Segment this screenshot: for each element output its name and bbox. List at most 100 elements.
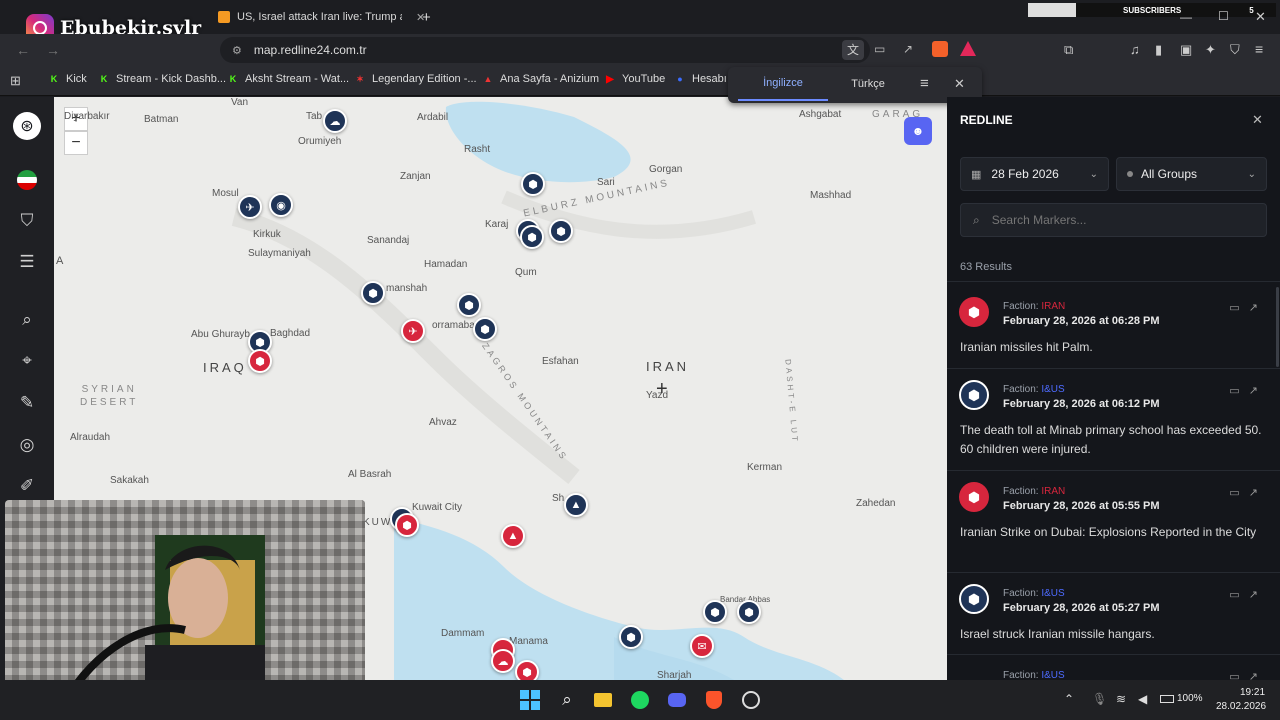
extensions-icon[interactable]: ⧉ [1064,42,1073,58]
translate-icon[interactable]: 文 [842,40,864,60]
map-marker[interactable]: ✉ [690,634,714,658]
obs-icon[interactable] [740,689,762,711]
site-info-icon[interactable]: ⚙ [232,44,242,57]
map-marker[interactable]: ☁ [491,649,515,673]
bookmark-youtube[interactable]: ▶ YouTube [604,73,665,85]
map-marker[interactable]: ⬢ [521,172,545,196]
search-markers-input[interactable] [991,213,1252,227]
menu-icon[interactable]: ≡ [1255,41,1263,57]
map-marker[interactable]: ⬢ [703,600,727,624]
date-filter-select[interactable]: ▦ 28 Feb 2026 ⌄ [960,157,1109,191]
map-label: Kerman [747,462,783,473]
maximize-button[interactable]: ☐ [1218,9,1229,23]
mic-icon[interactable]: 🎙 [1092,692,1107,706]
video-icon[interactable]: ▭ [1229,385,1239,397]
map-marker[interactable]: ⬢ [619,625,643,649]
iran-flag-icon[interactable] [14,167,40,193]
map-marker[interactable]: ⬢ [457,293,481,317]
video-icon[interactable]: ▭ [1229,487,1239,499]
search-icon[interactable]: ⌕ [14,307,40,333]
url-field[interactable]: ⚙ map.redline24.com.tr [220,37,870,63]
brave-shields-icon[interactable] [932,41,948,57]
map-marker[interactable]: ☁ [323,109,347,133]
translate-close-icon[interactable]: ✕ [954,76,965,92]
map-marker[interactable]: ⬢ [515,660,539,680]
sidebar-toggle-icon[interactable]: ▮ [1155,42,1162,58]
sidebar-close-icon[interactable]: ✕ [1252,112,1263,128]
vpn-icon[interactable]: ⛉ [1230,42,1240,58]
clock-date[interactable]: 28.02.2026 [1216,701,1266,712]
map-marker[interactable]: ⬢ [473,317,497,341]
tray-chevron-icon[interactable]: ⌃ [1064,692,1074,706]
discord-icon[interactable] [666,689,688,711]
map-marker[interactable]: ✈ [238,195,262,219]
translate-lang-english[interactable]: İngilizce [738,67,828,101]
video-icon[interactable]: ▭ [1229,671,1239,680]
cast-icon[interactable]: ▭ [874,42,885,56]
shield-icon[interactable]: ⛉ [14,208,40,234]
map-marker[interactable]: ⬢ [395,513,419,537]
bookmark-stream-kick[interactable]: K Stream - Kick Dashb... [98,73,226,85]
external-link-icon[interactable]: ↗ [1249,589,1258,601]
map-marker[interactable]: ✈ [401,319,425,343]
new-tab-button[interactable]: + [422,6,431,28]
zoom-out-button[interactable]: − [64,131,88,155]
map-marker[interactable]: ⬢ [549,219,573,243]
map-marker[interactable]: ⬢ [361,281,385,305]
map-marker[interactable]: ⬢ [737,600,761,624]
external-link-icon[interactable]: ↗ [1249,671,1258,680]
target-icon[interactable]: ◎ [14,432,40,458]
taskbar-search-icon[interactable]: ⌕ [556,689,578,711]
leo-icon[interactable]: ✦ [1205,42,1216,58]
map-label: IRAQ [203,360,247,375]
map-marker[interactable]: ⬢ [248,349,272,373]
close-window-button[interactable]: ✕ [1255,9,1266,25]
map-marker[interactable]: ▲ [564,493,588,517]
draw-pen-icon[interactable]: ✐ [14,473,40,499]
bookmark-hesabi[interactable]: ● Hesabı [674,73,727,85]
media-icon[interactable]: ♫ [1130,42,1140,57]
browser-tab-active[interactable]: US, Israel attack Iran live: Trump anno [218,6,408,28]
apps-grid-icon[interactable]: ⊞ [10,73,21,89]
external-link-icon[interactable]: ↗ [1249,385,1258,397]
marker-card[interactable]: ⬢ Faction: I&US February 28, 2026 at 05:… [947,582,1280,662]
video-icon[interactable]: ▭ [1229,589,1239,601]
brave-icon[interactable] [703,689,725,711]
brave-rewards-icon[interactable] [960,41,976,56]
marker-card[interactable]: Faction: I&US ▭ ↗ [947,664,1280,680]
start-icon[interactable] [519,689,541,711]
sidebar-scrollbar[interactable] [1276,287,1279,367]
translate-menu-icon[interactable]: ≡ [920,75,929,92]
external-link-icon[interactable]: ↗ [1249,302,1258,314]
wallet-icon[interactable]: ▣ [1180,42,1192,58]
filters-icon[interactable]: ☰ [14,249,40,275]
map-marker[interactable]: ◉ [269,193,293,217]
bookmark-anizium[interactable]: ▲ Ana Sayfa - Anizium [482,73,600,85]
discord-button[interactable]: ☻ [904,117,932,145]
bookmark-aksht[interactable]: K Aksht Stream - Wat... [227,73,349,85]
share-icon[interactable]: ↗ [903,42,913,56]
volume-icon[interactable]: ◀ [1138,692,1147,706]
back-icon[interactable]: ← [16,42,30,58]
app-logo-icon[interactable]: ⊛ [13,112,41,140]
map-marker[interactable]: ⬢ [520,225,544,249]
forward-icon[interactable]: → [46,42,60,58]
translate-lang-turkish[interactable]: Türkçe [828,67,908,101]
minimize-button[interactable]: — [1180,10,1192,24]
video-icon[interactable]: ▭ [1229,302,1239,314]
group-filter-select[interactable]: All Groups ⌄ [1116,157,1267,191]
bookmark-legendary[interactable]: ✶ Legendary Edition -... [354,73,476,85]
marker-card[interactable]: ⬢ Faction: IRAN February 28, 2026 at 05:… [947,480,1280,580]
map-marker[interactable]: ▲ [501,524,525,548]
spotify-icon[interactable] [629,689,651,711]
location-pin-icon[interactable]: ⌖ [14,348,40,374]
file-explorer-icon[interactable] [592,689,614,711]
marker-card[interactable]: ⬢ Faction: IRAN February 28, 2026 at 06:… [947,293,1280,379]
ruler-icon[interactable]: ✎ [14,390,40,416]
marker-card[interactable]: ⬢ Faction: I&US February 28, 2026 at 06:… [947,378,1280,478]
external-link-icon[interactable]: ↗ [1249,487,1258,499]
clock-time[interactable]: 19:21 [1240,687,1265,698]
search-markers-field[interactable]: ⌕ [960,203,1267,237]
wifi-icon[interactable]: ≋ [1116,692,1126,706]
bookmark-kick[interactable]: K Kick [48,73,87,85]
